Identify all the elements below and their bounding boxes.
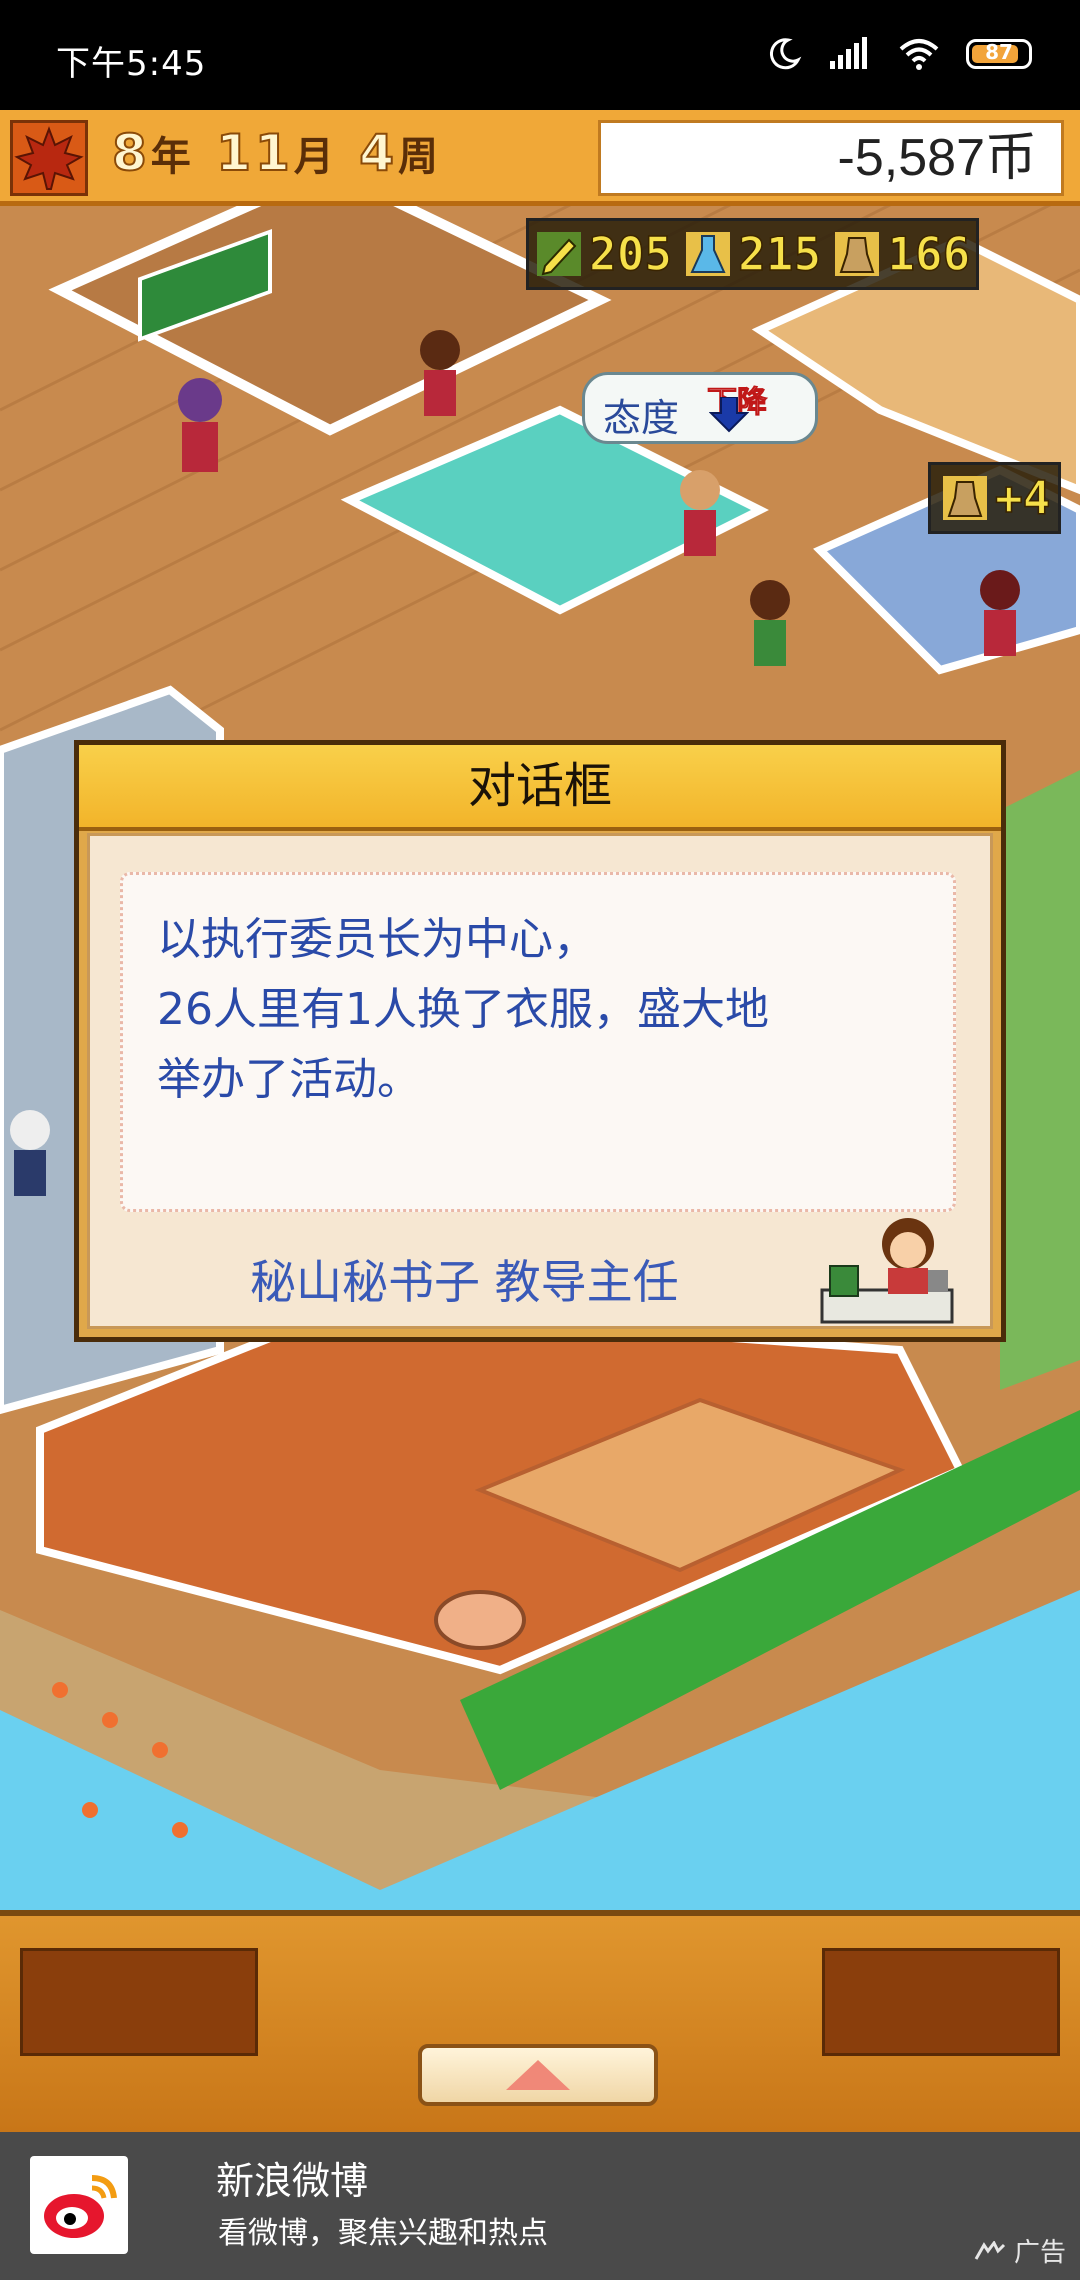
money-display[interactable]: -5,587币 xyxy=(598,120,1064,196)
expand-menu-button[interactable] xyxy=(418,2044,658,2106)
dialog-line: 举办了活动。 xyxy=(157,1054,421,1105)
flask-icon xyxy=(686,232,731,276)
date-year: 8 xyxy=(111,123,151,183)
popularity-gain-popup: +4 xyxy=(928,462,1062,534)
right-slot-button[interactable] xyxy=(822,1948,1060,2056)
weibo-logo[interactable] xyxy=(30,2156,128,2254)
stat-study: 205 xyxy=(529,221,678,287)
battery-icon: 87 xyxy=(966,39,1032,69)
bell-icon xyxy=(835,232,880,276)
weibo-icon xyxy=(44,2175,117,2238)
battery-level: 87 xyxy=(985,40,1013,64)
dialog-title-bar: 对话框 xyxy=(79,745,1001,831)
status-icons: 87 xyxy=(766,36,1032,72)
stat-popularity: 166 xyxy=(827,221,976,287)
status-time: 下午5:45 xyxy=(56,44,207,84)
triangle-up-icon xyxy=(506,2060,570,2090)
stat-science-value: 215 xyxy=(737,226,822,282)
left-slot-button[interactable] xyxy=(20,1948,258,2056)
ad-banner[interactable]: 新浪微博 看微博，聚焦兴趣和热点 广告 xyxy=(0,2132,1080,2280)
signal-icon xyxy=(830,37,867,69)
arrow-down-icon xyxy=(709,397,749,433)
date-week: 4 xyxy=(358,123,399,183)
date-week-unit: 周 xyxy=(398,134,443,180)
dialog-line: 以执行委员长为中心， xyxy=(157,914,597,965)
bottom-panel xyxy=(0,1910,1080,2132)
dialog-message: 以执行委员长为中心， 26人里有1人换了衣服，盛大地 举办了活动。 xyxy=(120,872,956,1212)
date-year-unit: 年 xyxy=(150,134,195,180)
ad-mark-icon xyxy=(974,2240,1006,2260)
dialog-line: 26人里有1人换了衣服，盛大地 xyxy=(157,984,769,1035)
top-hud: 8年 11月 4周 -5,587币 xyxy=(0,110,1080,206)
season-indicator[interactable] xyxy=(10,120,88,196)
stat-popularity-value: 166 xyxy=(886,226,971,282)
attitude-bubble[interactable]: 态度 下降 xyxy=(582,372,818,444)
dialog-title: 对话框 xyxy=(467,758,612,814)
attitude-label: 态度 xyxy=(603,396,680,440)
ad-app-name: 新浪微博 xyxy=(216,2159,369,2203)
stat-science: 215 xyxy=(678,221,827,287)
status-bar: 下午5:45 87 xyxy=(0,0,1080,110)
ad-tag-label: 广告 xyxy=(1013,2238,1066,2268)
ad-description: 看微博，聚焦兴趣和热点 xyxy=(218,2216,548,2251)
wifi-icon xyxy=(899,39,939,70)
ad-tag: 广告 xyxy=(974,2232,1066,2269)
moon-icon xyxy=(769,38,802,70)
gain-value: +4 xyxy=(994,470,1051,526)
maple-leaf-icon xyxy=(14,126,84,190)
date-month-unit: 月 xyxy=(293,134,338,180)
speaker-portrait xyxy=(820,1218,954,1324)
game-date: 8年 11月 4周 xyxy=(111,123,443,183)
dialog-box[interactable]: 对话框 以执行委员长为中心， 26人里有1人换了衣服，盛大地 举办了活动。 秘山… xyxy=(74,740,1006,1342)
dialog-body: 以执行委员长为中心， 26人里有1人换了衣服，盛大地 举办了活动。 秘山秘书子 … xyxy=(87,833,993,1329)
stat-study-value: 205 xyxy=(588,226,673,282)
pig-pet[interactable] xyxy=(434,1590,526,1650)
date-month: 11 xyxy=(215,123,294,183)
bell-icon xyxy=(943,476,987,520)
stats-bar: 205 215 166 xyxy=(526,218,980,290)
pencil-icon xyxy=(537,232,581,276)
dialog-speaker: 秘山秘书子 教导主任 xyxy=(250,1255,679,1309)
